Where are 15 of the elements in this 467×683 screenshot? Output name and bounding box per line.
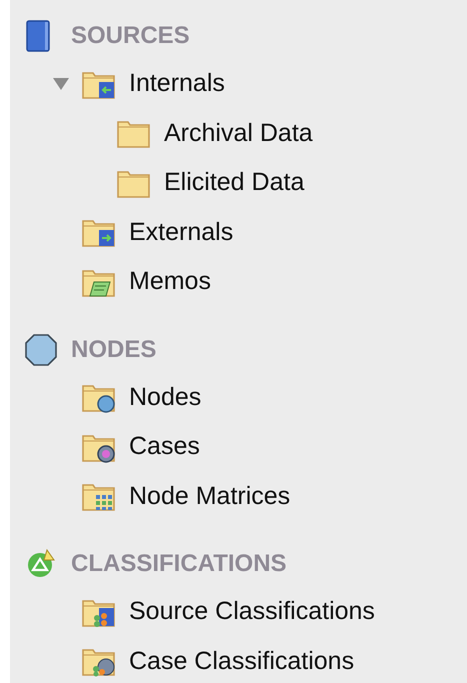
section-header: CLASSIFICATIONS [71, 549, 287, 579]
tree-item[interactable]: Source Classifications [129, 593, 375, 630]
classification-icon [25, 548, 57, 580]
tree-item[interactable]: Externals [129, 214, 234, 251]
tree-item[interactable]: Archival Data [164, 114, 313, 152]
tree-item[interactable]: Cases [129, 428, 200, 466]
disclosure-triangle-icon[interactable] [52, 76, 70, 91]
section-header: SOURCES [71, 21, 190, 51]
tree-item[interactable]: Memos [129, 263, 211, 300]
tree-item[interactable]: Case Classifications [129, 642, 354, 680]
section-header: NODES [71, 334, 156, 364]
tree-item[interactable]: Node Matrices [129, 478, 290, 515]
tree-item[interactable]: Nodes [129, 378, 202, 416]
tree-item[interactable]: Internals [129, 65, 225, 102]
tree-item[interactable]: Elicited Data [164, 164, 304, 202]
